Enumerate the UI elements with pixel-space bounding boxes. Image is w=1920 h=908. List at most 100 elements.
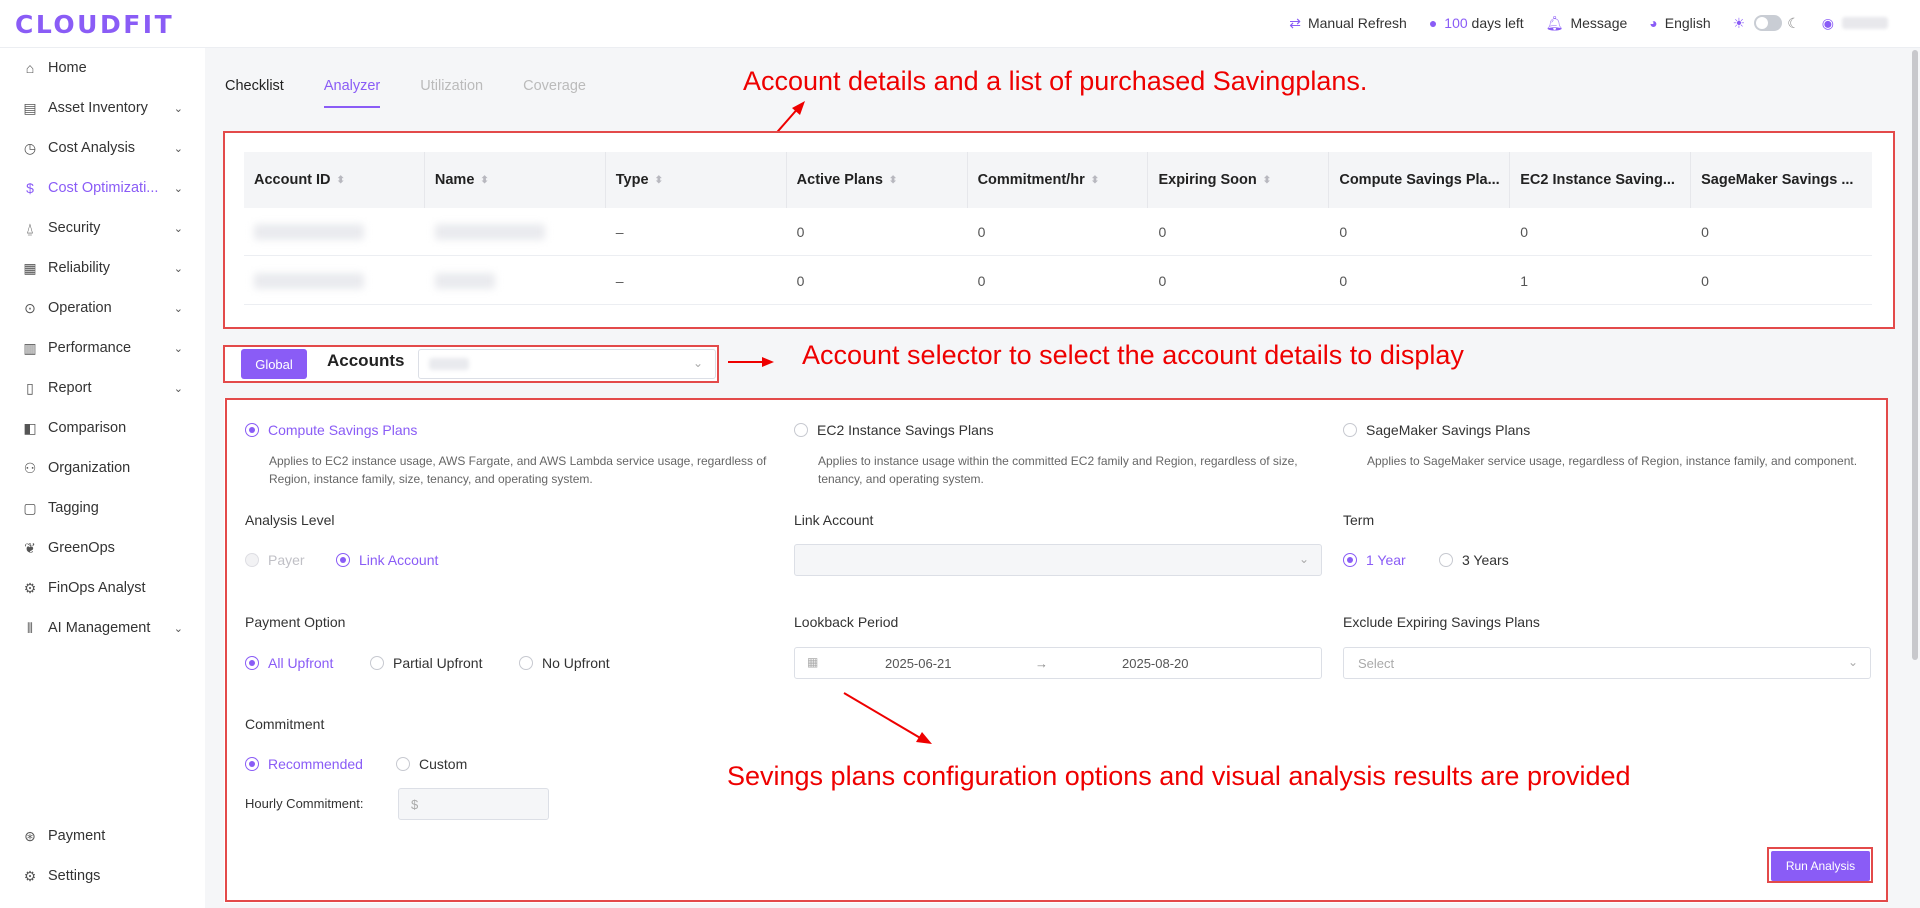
- tag-icon: ▢: [23, 499, 37, 516]
- report-icon: ▯: [26, 379, 34, 396]
- column-header[interactable]: SageMaker Savings ...: [1691, 152, 1872, 208]
- sort-icon: ⬍: [1090, 174, 1100, 186]
- sidebar-item-ai-management[interactable]: ⦀ AI Management ⌄: [0, 608, 205, 648]
- no-upfront-radio[interactable]: No Upfront: [519, 655, 610, 671]
- sidebar-item-reliability[interactable]: ▦ Reliability ⌄: [0, 248, 205, 288]
- redacted-name: [434, 223, 545, 240]
- organization-icon: ⚇: [23, 459, 37, 476]
- date-end[interactable]: 2025-08-20: [1122, 656, 1189, 671]
- account-select[interactable]: ⌄: [418, 349, 716, 379]
- chevron-down-icon: ⌄: [173, 182, 183, 195]
- sidebar-item-settings[interactable]: ⚙ Settings: [0, 856, 205, 896]
- exclude-expiring-label: Exclude Expiring Savings Plans: [1343, 614, 1540, 630]
- radio-button[interactable]: [1439, 553, 1453, 567]
- table-row[interactable]: – 0 0 0 0 0 0: [244, 208, 1872, 256]
- term-1-year-radio[interactable]: 1 Year: [1343, 552, 1406, 568]
- annotation-account-selector: Account selector to select the account d…: [802, 340, 1464, 370]
- radio-button[interactable]: [1343, 553, 1357, 567]
- date-start[interactable]: 2025-06-21: [885, 656, 952, 671]
- sidebar-item-performance[interactable]: ▥ Performance ⌄: [0, 328, 205, 368]
- sidebar-item-home[interactable]: ⌂ Home: [0, 48, 205, 88]
- term-3-years-radio[interactable]: 3 Years: [1439, 552, 1509, 568]
- table-cell: 0: [977, 272, 986, 289]
- column-header[interactable]: Commitment/hr ⬍: [968, 152, 1149, 208]
- cloudfit-logo[interactable]: CLOUDFIT: [15, 10, 174, 39]
- sidebar-item-cost-analysis[interactable]: ◷ Cost Analysis ⌄: [0, 128, 205, 168]
- link-account-radio[interactable]: Link Account: [336, 552, 438, 568]
- radio-button[interactable]: [245, 553, 259, 567]
- all-upfront-radio[interactable]: All Upfront: [245, 655, 333, 671]
- column-header[interactable]: Type ⬍: [606, 152, 787, 208]
- tab-checklist[interactable]: Checklist: [225, 78, 284, 108]
- page-scrollbar[interactable]: [1912, 50, 1918, 660]
- home-icon: ⌂: [25, 60, 35, 76]
- sidebar-item-tagging[interactable]: ▢ Tagging: [0, 488, 205, 528]
- table-header: Account ID ⬍ Name ⬍ Type ⬍ Active Plans ⬍ Co…: [244, 152, 1872, 208]
- recommended-radio[interactable]: Recommended: [245, 756, 363, 772]
- sidebar-item-comparison[interactable]: ◧ Comparison: [0, 408, 205, 448]
- table-cell: 0: [1520, 223, 1529, 240]
- account-id-cell: [244, 208, 425, 255]
- column-header[interactable]: Compute Savings Pla...: [1329, 152, 1511, 208]
- plan-sagemaker-radio[interactable]: SageMaker Savings Plans: [1343, 422, 1530, 438]
- dollar-icon: $: [26, 180, 34, 196]
- theme-toggle[interactable]: [1754, 15, 1783, 31]
- term-label: Term: [1343, 512, 1375, 528]
- sidebar-item-report[interactable]: ▯ Report ⌄: [0, 368, 205, 408]
- radio-button[interactable]: [370, 656, 384, 670]
- table-cell: 0: [796, 223, 805, 240]
- theme-switch[interactable]: ☀ ☾: [1733, 15, 1800, 32]
- language-selector[interactable]: ◕ English: [1649, 15, 1710, 31]
- radio-button[interactable]: [794, 423, 808, 437]
- message-button[interactable]: 🔔︎ Message: [1546, 15, 1628, 32]
- chevron-down-icon: ⌄: [173, 342, 183, 355]
- column-header[interactable]: Expiring Soon ⬍: [1148, 152, 1330, 208]
- radio-button[interactable]: [245, 656, 259, 670]
- global-button[interactable]: Global: [241, 349, 307, 379]
- table-cell: 0: [977, 223, 986, 240]
- sidebar-item-payment[interactable]: ⊛ Payment: [0, 816, 205, 856]
- plan-ec2-radio[interactable]: EC2 Instance Savings Plans: [794, 422, 994, 438]
- plan-sagemaker-description: Applies to SageMaker service usage, rega…: [1367, 454, 1858, 468]
- analyzer-tabs: Checklist Analyzer Utilization Coverage: [225, 78, 626, 108]
- sidebar-item-finops-analyst[interactable]: ⚙ FinOps Analyst: [0, 568, 205, 608]
- table-row[interactable]: – 0 0 0 0 1 0: [244, 257, 1872, 305]
- column-header[interactable]: Active Plans ⬍: [787, 152, 968, 208]
- chevron-down-icon: ⌄: [173, 142, 183, 155]
- column-header[interactable]: Name ⬍: [425, 152, 606, 208]
- radio-button[interactable]: [245, 423, 259, 437]
- sidebar-item-operation[interactable]: ⊙ Operation ⌄: [0, 288, 205, 328]
- tab-coverage[interactable]: Coverage: [523, 78, 586, 108]
- sidebar-item-greenops[interactable]: ❦ GreenOps: [0, 528, 205, 568]
- tab-analyzer[interactable]: Analyzer: [323, 78, 381, 108]
- lookback-date-range[interactable]: ▦ 2025-06-21 → 2025-08-20: [794, 647, 1322, 679]
- radio-button[interactable]: [245, 757, 259, 771]
- tab-utilization[interactable]: Utilization: [420, 78, 483, 108]
- plan-compute-radio[interactable]: Compute Savings Plans: [245, 422, 417, 438]
- column-header[interactable]: Account ID ⬍: [244, 152, 425, 208]
- sidebar-item-organization[interactable]: ⚇ Organization: [0, 448, 205, 488]
- sidebar-item-asset-inventory[interactable]: ▤ Asset Inventory ⌄: [0, 88, 205, 128]
- radio-button[interactable]: [1343, 423, 1357, 437]
- alarm-icon: ⍙: [25, 219, 35, 236]
- radio-button[interactable]: [396, 757, 410, 771]
- exclude-expiring-select[interactable]: Select ⌄: [1343, 647, 1871, 679]
- manual-refresh-button[interactable]: ⇄ Manual Refresh: [1289, 15, 1407, 32]
- hourly-commitment-input[interactable]: $: [398, 788, 549, 820]
- run-analysis-button[interactable]: Run Analysis: [1771, 851, 1870, 881]
- payment-icon: ⊛: [24, 827, 36, 844]
- user-menu[interactable]: ◉: [1822, 15, 1888, 32]
- radio-button[interactable]: [336, 553, 350, 567]
- custom-radio[interactable]: Custom: [396, 756, 467, 772]
- avatar-icon: ◉: [1821, 14, 1834, 31]
- payment-option-label: Payment Option: [245, 614, 346, 630]
- column-header[interactable]: EC2 Instance Saving...: [1510, 152, 1692, 208]
- link-account-select[interactable]: ⌄: [794, 544, 1322, 576]
- payer-radio[interactable]: Payer: [245, 552, 305, 568]
- sort-icon: ⬍: [1262, 174, 1272, 186]
- partial-upfront-radio[interactable]: Partial Upfront: [370, 655, 482, 671]
- radio-button[interactable]: [519, 656, 533, 670]
- sidebar-item-cost-optimization[interactable]: $ Cost Optimizati... ⌄: [0, 168, 205, 208]
- sidebar-item-security[interactable]: ⍙ Security ⌄: [0, 208, 205, 248]
- days-left-indicator[interactable]: ● 100 days left: [1429, 15, 1524, 31]
